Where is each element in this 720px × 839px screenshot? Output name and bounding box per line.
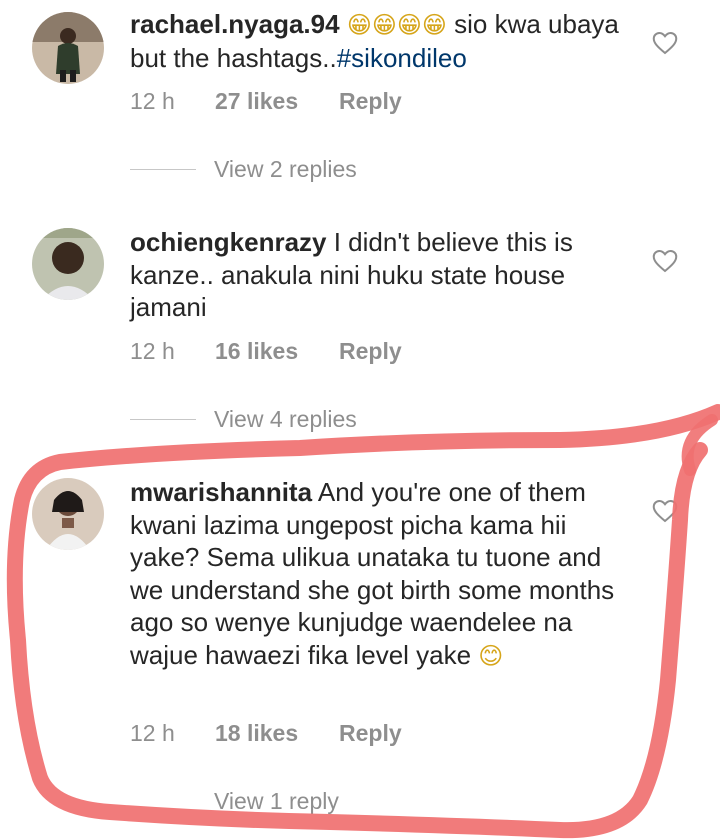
- likes-count[interactable]: 27 likes: [215, 88, 339, 115]
- smile-emoji: 😊: [478, 641, 504, 670]
- avatar-image: [32, 228, 104, 300]
- view-replies-button[interactable]: View 1 reply: [130, 788, 339, 815]
- username[interactable]: mwarishannita: [130, 477, 312, 507]
- reply-button[interactable]: Reply: [339, 720, 402, 747]
- reply-button[interactable]: Reply: [339, 338, 402, 365]
- username[interactable]: rachael.nyaga.94: [130, 9, 340, 39]
- avatar[interactable]: [32, 12, 104, 84]
- divider-line: [130, 169, 196, 170]
- comment-meta: 12 h 18 likes Reply: [130, 720, 402, 747]
- username[interactable]: ochiengkenrazy: [130, 227, 327, 257]
- avatar-image: [32, 12, 104, 84]
- view-replies-label: View 2 replies: [214, 156, 357, 182]
- timestamp: 12 h: [130, 88, 175, 114]
- like-heart-icon[interactable]: [650, 28, 680, 58]
- avatar[interactable]: [32, 228, 104, 300]
- view-replies-label: View 1 reply: [214, 788, 339, 814]
- view-replies-label: View 4 replies: [214, 406, 357, 432]
- likes-count[interactable]: 18 likes: [215, 720, 339, 747]
- avatar[interactable]: [32, 478, 104, 550]
- like-heart-icon[interactable]: [650, 246, 680, 276]
- timestamp: 12 h: [130, 720, 175, 746]
- view-replies-button[interactable]: View 2 replies: [130, 156, 357, 183]
- comment-text: mwarishannita And you're one of them kwa…: [130, 476, 630, 672]
- comment-meta: 12 h 16 likes Reply: [130, 338, 402, 365]
- likes-count[interactable]: 16 likes: [215, 338, 339, 365]
- like-heart-icon[interactable]: [650, 496, 680, 526]
- comment-text: ochiengkenrazy I didn't believe this is …: [130, 226, 630, 324]
- view-replies-button[interactable]: View 4 replies: [130, 406, 357, 433]
- grin-emoji: 😁😁😁😁: [346, 11, 447, 39]
- highlight-annotation: [6, 404, 720, 839]
- hashtag-link[interactable]: #sikondileo: [337, 43, 467, 73]
- divider-line: [130, 419, 196, 420]
- avatar-image: [32, 478, 104, 550]
- reply-button[interactable]: Reply: [339, 88, 402, 115]
- comment-text: rachael.nyaga.94 😁😁😁😁 sio kwa ubaya but …: [130, 8, 630, 74]
- timestamp: 12 h: [130, 338, 175, 364]
- comment-meta: 12 h 27 likes Reply: [130, 88, 402, 115]
